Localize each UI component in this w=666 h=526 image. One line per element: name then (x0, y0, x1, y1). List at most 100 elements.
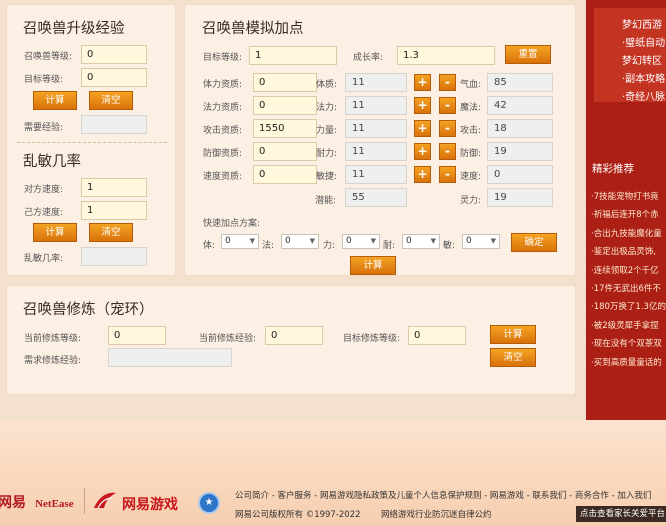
result-label: 魔法: (460, 103, 482, 113)
opponent-speed-label: 对方速度: (24, 185, 64, 195)
news-item[interactable]: ·买到高质量童话的 (591, 356, 662, 368)
aptitude-input[interactable]: 0 (253, 73, 317, 92)
attribute-label: 力量: (316, 126, 338, 136)
aptitude-input[interactable]: 0 (253, 96, 317, 115)
result-label: 气血: (460, 80, 482, 90)
quick-attr-select[interactable]: 0 ▼ (402, 234, 440, 249)
result-label: 防御: (460, 149, 482, 159)
minus-button[interactable]: - (439, 120, 456, 137)
plus-button[interactable]: + (414, 143, 431, 160)
aptitude-label: 体力资质: (203, 80, 243, 90)
target-level-label: 目标等级: (24, 75, 64, 85)
minus-button[interactable]: - (439, 97, 456, 114)
sim-calc-button[interactable]: 计算 (350, 256, 396, 275)
aptitude-input[interactable]: 1550 (253, 119, 317, 138)
confirm-button[interactable]: 确定 (511, 233, 557, 252)
plus-button[interactable]: + (414, 74, 431, 91)
recommend-title: 精彩推荐 (592, 163, 634, 175)
result-label: 速度: (460, 172, 482, 182)
current-level-input[interactable]: 0 (81, 45, 147, 64)
self-speed-input[interactable]: 1 (81, 201, 147, 220)
target-cultivation-label: 目标修炼等级: (343, 334, 401, 344)
attribute-output: 11 (345, 119, 407, 138)
need-cultivation-exp-label: 需求修炼经验: (24, 356, 82, 366)
quick-attr-value: 0 (285, 236, 291, 246)
opponent-speed-input[interactable]: 1 (81, 178, 147, 197)
plus-button[interactable]: + (414, 97, 431, 114)
news-item[interactable]: ·现在没有个双茶双 (591, 337, 662, 349)
quick-attr-select[interactable]: 0 ▼ (221, 234, 259, 249)
quick-plan-label: 快速加点方案: (203, 219, 261, 229)
plus-button[interactable]: + (414, 120, 431, 137)
netease-games-bird-icon (94, 492, 116, 509)
chevron-down-icon: ▼ (309, 237, 315, 245)
sidebar-link[interactable]: ·奇经八脉 (622, 88, 665, 103)
cultivation-panel: 召唤兽修炼（宠环） 当前修炼等级: 0 当前修炼经验: 0 目标修炼等级: 0 … (6, 285, 576, 395)
attribute-output: 11 (345, 96, 407, 115)
netease-logo-cn: 网易 (0, 495, 26, 511)
sidebar-link[interactable]: ·璧纸自动 (622, 34, 665, 49)
news-item[interactable]: ·180万换了1.3亿的 (591, 300, 666, 312)
attribute-output: 11 (345, 165, 407, 184)
upgrade-calc-button[interactable]: 计算 (33, 91, 77, 110)
chevron-down-icon: ▼ (430, 237, 436, 245)
rating-badge-icon: ★ (198, 492, 220, 514)
attribute-label: 敏捷: (316, 172, 338, 182)
sim-allocation-panel: 召唤兽模拟加点 目标等级: 1 成长率: 1.3 重置 体力资质: 0 体质: … (184, 4, 576, 276)
reset-button[interactable]: 重置 (505, 45, 551, 64)
dodge-clear-button[interactable]: 清空 (89, 223, 133, 242)
attribute-output: 11 (345, 142, 407, 161)
attribute-label: 耐力: (316, 149, 338, 159)
minus-button[interactable]: - (439, 74, 456, 91)
growth-input[interactable]: 1.3 (397, 46, 495, 65)
parent-care-link[interactable]: 点击查看家长关爱平台 (576, 506, 666, 522)
target-level-input[interactable]: 0 (81, 68, 147, 87)
aptitude-input[interactable]: 0 (253, 165, 317, 184)
current-cultivation-exp-input[interactable]: 0 (265, 326, 323, 345)
quick-attr-label: 法: (262, 241, 275, 251)
upgrade-clear-button[interactable]: 清空 (89, 91, 133, 110)
sidebar-link[interactable]: 梦幻转区 (622, 52, 662, 67)
plus-button[interactable]: + (414, 166, 431, 183)
current-cultivation-input[interactable]: 0 (108, 326, 166, 345)
cultivation-clear-button[interactable]: 清空 (490, 348, 536, 367)
attribute-label: 体质: (316, 80, 338, 90)
target-cultivation-input[interactable]: 0 (408, 326, 466, 345)
news-item[interactable]: ·鉴定出极品灵饰, (591, 245, 656, 257)
chevron-down-icon: ▼ (490, 237, 496, 245)
news-item[interactable]: ·祈福后连开8个赤 (591, 208, 659, 220)
sidebar-link[interactable]: ·副本攻略 (622, 70, 665, 85)
quick-attr-value: 0 (466, 236, 472, 246)
news-item[interactable]: ·17件无武出6件不 (591, 282, 661, 294)
sim-target-level-label: 目标等级: (203, 53, 243, 63)
quick-attr-select[interactable]: 0 ▼ (281, 234, 319, 249)
dodge-rate-output (81, 247, 147, 266)
aptitude-input[interactable]: 0 (253, 142, 317, 161)
quick-attr-label: 力: (323, 241, 336, 251)
netease-logo[interactable]: 网易 NetEase (0, 492, 74, 512)
news-item[interactable]: ·被2级灵犀手拿捏 (591, 319, 659, 331)
sidebar-link[interactable]: 梦幻西游 (622, 16, 662, 31)
quick-attr-select[interactable]: 0 ▼ (462, 234, 500, 249)
minus-button[interactable]: - (439, 143, 456, 160)
netease-logo-en: NetEase (35, 498, 74, 510)
news-item[interactable]: ·7技能宠物打书竟 (591, 190, 659, 202)
need-exp-output (81, 115, 147, 134)
quick-attr-label: 体: (203, 241, 216, 251)
footer-links[interactable]: 公司简介 - 客户服务 - 网易游戏隐私政策及儿童个人信息保护规则 - 网易游戏… (235, 489, 651, 501)
upgrade-exp-panel: 召唤兽升级经验 召唤兽等级: 0 目标等级: 0 计算 清空 需要经验: 乱敏几… (6, 4, 176, 276)
cultivation-calc-button[interactable]: 计算 (490, 325, 536, 344)
news-item[interactable]: ·连续领取2个千亿 (591, 264, 659, 276)
sim-target-level-input[interactable]: 1 (249, 46, 337, 65)
netease-games-logo[interactable]: 网易游戏 (122, 494, 178, 514)
need-exp-label: 需要经验: (24, 123, 64, 133)
potential-output: 55 (345, 188, 407, 207)
dodge-calc-button[interactable]: 计算 (33, 223, 77, 242)
quick-attr-select[interactable]: 0 ▼ (342, 234, 380, 249)
footer-pledge[interactable]: 网络游戏行业防沉迷自律公约 (381, 508, 492, 520)
result-output: 42 (487, 96, 553, 115)
aptitude-label: 速度资质: (203, 172, 243, 182)
minus-button[interactable]: - (439, 166, 456, 183)
news-item[interactable]: ·合出九技能魔化童 (591, 227, 662, 239)
chevron-down-icon: ▼ (370, 237, 376, 245)
